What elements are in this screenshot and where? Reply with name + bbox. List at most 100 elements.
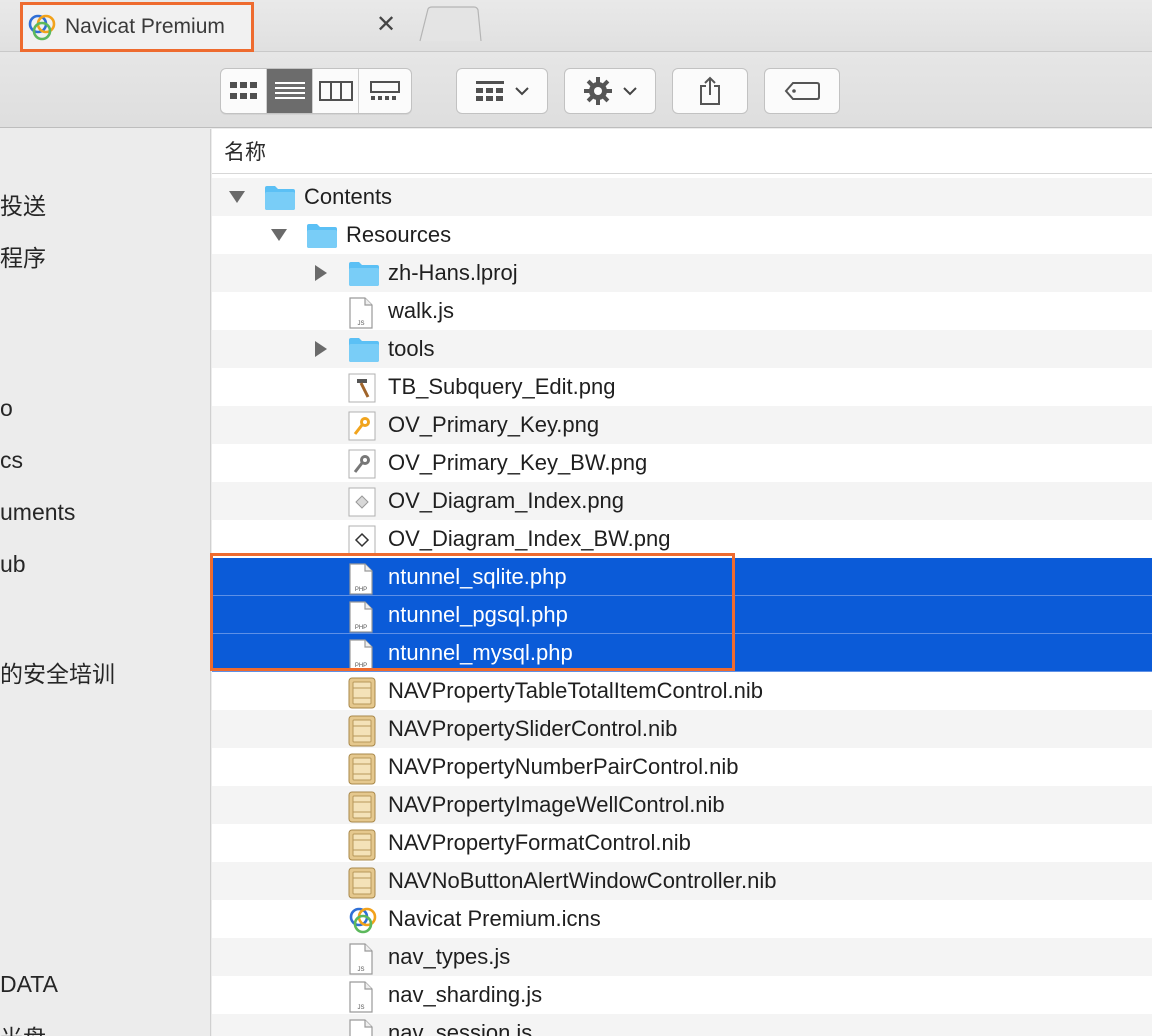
file-row[interactable]: PHP ntunnel_mysql.php <box>212 634 1152 672</box>
svg-text:JS: JS <box>357 321 364 327</box>
file-name: OV_Primary_Key_BW.png <box>388 450 648 475</box>
file-row[interactable]: PHP ntunnel_sqlite.php <box>212 558 1152 596</box>
share-button[interactable] <box>672 68 748 114</box>
file-row[interactable]: OV_Diagram_Index.png <box>212 482 1152 520</box>
file-row[interactable]: Contents <box>212 178 1152 216</box>
file-name: nav_sharding.js <box>388 982 543 1007</box>
action-menu-button[interactable] <box>564 68 656 114</box>
disclosure-expanded-icon[interactable] <box>270 226 288 244</box>
sidebar-item-github[interactable]: ub <box>0 551 26 578</box>
sidebar-item-disk[interactable]: 光盘 <box>0 1019 46 1036</box>
sidebar-item-security-training[interactable]: 的安全培训 <box>0 655 115 689</box>
tag-button[interactable] <box>764 68 840 114</box>
file-name: nav_types.js <box>388 944 511 969</box>
php-file-icon: PHP <box>348 563 378 595</box>
svg-text:PHP: PHP <box>355 625 367 631</box>
file-row[interactable]: NAVPropertyTableTotalItemControl.nib <box>212 672 1152 710</box>
file-row[interactable]: Resources <box>212 216 1152 254</box>
tab-close-button[interactable]: ✕ <box>372 8 400 40</box>
sidebar-item-data[interactable]: DATA <box>0 971 58 998</box>
column-header-name[interactable]: 名称 <box>212 129 1152 174</box>
file-row[interactable]: OV_Primary_Key.png <box>212 406 1152 444</box>
file-name: walk.js <box>388 298 455 323</box>
folder-icon <box>348 335 379 365</box>
icon-view-icon <box>229 82 257 99</box>
sidebar-item-desktop[interactable]: o <box>0 395 13 422</box>
sidebar-item-pics[interactable]: cs <box>0 447 23 474</box>
js-file-icon: JS <box>348 297 378 329</box>
icon-view-button[interactable] <box>221 69 267 113</box>
file-row[interactable]: Navicat Premium.icns <box>212 900 1152 938</box>
gear-icon <box>584 77 612 105</box>
file-row[interactable]: OV_Primary_Key_BW.png <box>212 444 1152 482</box>
nib-file-icon <box>348 791 378 823</box>
folder-icon <box>264 183 295 213</box>
hammer-png-icon <box>348 373 378 403</box>
chevron-down-icon <box>623 87 637 96</box>
column-view-icon <box>318 81 353 101</box>
file-name: Contents <box>304 184 393 209</box>
navicat-logo-icon <box>28 14 56 41</box>
key-bw-png-icon <box>348 449 378 479</box>
share-icon <box>700 76 720 105</box>
file-name: TB_Subquery_Edit.png <box>388 374 616 399</box>
folder-icon <box>306 221 337 251</box>
svg-text:PHP: PHP <box>355 663 367 669</box>
file-row[interactable]: PHP ntunnel_pgsql.php <box>212 596 1152 634</box>
file-name: NAVPropertyImageWellControl.nib <box>388 792 725 817</box>
file-row[interactable]: NAVPropertyImageWellControl.nib <box>212 786 1152 824</box>
js-file-icon: JS <box>348 981 378 1013</box>
diamond-bw-png-icon <box>348 525 378 555</box>
file-row[interactable]: JS walk.js <box>212 292 1152 330</box>
file-row[interactable]: JS nav_types.js <box>212 938 1152 976</box>
js-file-icon: JS <box>348 1019 378 1036</box>
file-row[interactable]: JS nav_sharding.js <box>212 976 1152 1014</box>
toolbar <box>0 52 1152 128</box>
js-file-icon: JS <box>348 943 378 975</box>
group-by-button[interactable] <box>456 68 548 114</box>
sidebar: 投送 程序 o cs uments ub 的安全培训 DATA 光盘 <box>0 129 211 1036</box>
svg-text:JS: JS <box>357 967 364 973</box>
file-row[interactable]: zh-Hans.lproj <box>212 254 1152 292</box>
svg-text:JS: JS <box>357 1005 364 1011</box>
tab-navicat-premium[interactable]: Navicat Premium <box>20 2 254 52</box>
file-row[interactable]: JS nav_session.js <box>212 1014 1152 1036</box>
file-name: tools <box>388 336 435 361</box>
sidebar-item-documents[interactable]: uments <box>0 499 75 526</box>
file-name: ntunnel_sqlite.php <box>388 563 567 589</box>
new-tab-button[interactable] <box>418 6 482 42</box>
file-name: NAVPropertySliderControl.nib <box>388 716 678 741</box>
file-row[interactable]: NAVPropertyFormatControl.nib <box>212 824 1152 862</box>
nib-file-icon <box>348 753 378 785</box>
gallery-view-button[interactable] <box>359 69 411 113</box>
disclosure-expanded-icon[interactable] <box>228 188 246 206</box>
file-row[interactable]: NAVNoButtonAlertWindowController.nib <box>212 862 1152 900</box>
folder-icon <box>348 259 379 289</box>
file-row[interactable]: NAVPropertySliderControl.nib <box>212 710 1152 748</box>
file-row[interactable]: NAVPropertyNumberPairControl.nib <box>212 748 1152 786</box>
list-view-button[interactable] <box>267 69 313 113</box>
disclosure-collapsed-icon[interactable] <box>312 340 330 358</box>
file-row[interactable]: TB_Subquery_Edit.png <box>212 368 1152 406</box>
file-name: NAVPropertyTableTotalItemControl.nib <box>388 678 763 703</box>
gallery-view-icon <box>370 81 400 100</box>
sidebar-item-airdrop[interactable]: 投送 <box>0 187 46 221</box>
file-name: OV_Primary_Key.png <box>388 412 600 437</box>
file-row[interactable]: OV_Diagram_Index_BW.png <box>212 520 1152 558</box>
file-name: NAVPropertyNumberPairControl.nib <box>388 754 739 779</box>
sidebar-item-applications[interactable]: 程序 <box>0 239 46 273</box>
file-name: OV_Diagram_Index.png <box>388 488 625 513</box>
file-name: OV_Diagram_Index_BW.png <box>388 526 671 551</box>
file-row[interactable]: tools <box>212 330 1152 368</box>
tab-title: Navicat Premium <box>65 15 225 38</box>
tag-icon <box>784 82 820 100</box>
list-view-icon <box>274 82 305 99</box>
nib-file-icon <box>348 867 378 899</box>
file-name: nav_session.js <box>388 1020 533 1036</box>
column-view-button[interactable] <box>313 69 359 113</box>
chevron-down-icon <box>515 87 529 96</box>
file-name: NAVNoButtonAlertWindowController.nib <box>388 868 777 893</box>
file-name: ntunnel_pgsql.php <box>388 601 568 627</box>
view-mode-segmented-control <box>220 68 412 114</box>
disclosure-collapsed-icon[interactable] <box>312 264 330 282</box>
